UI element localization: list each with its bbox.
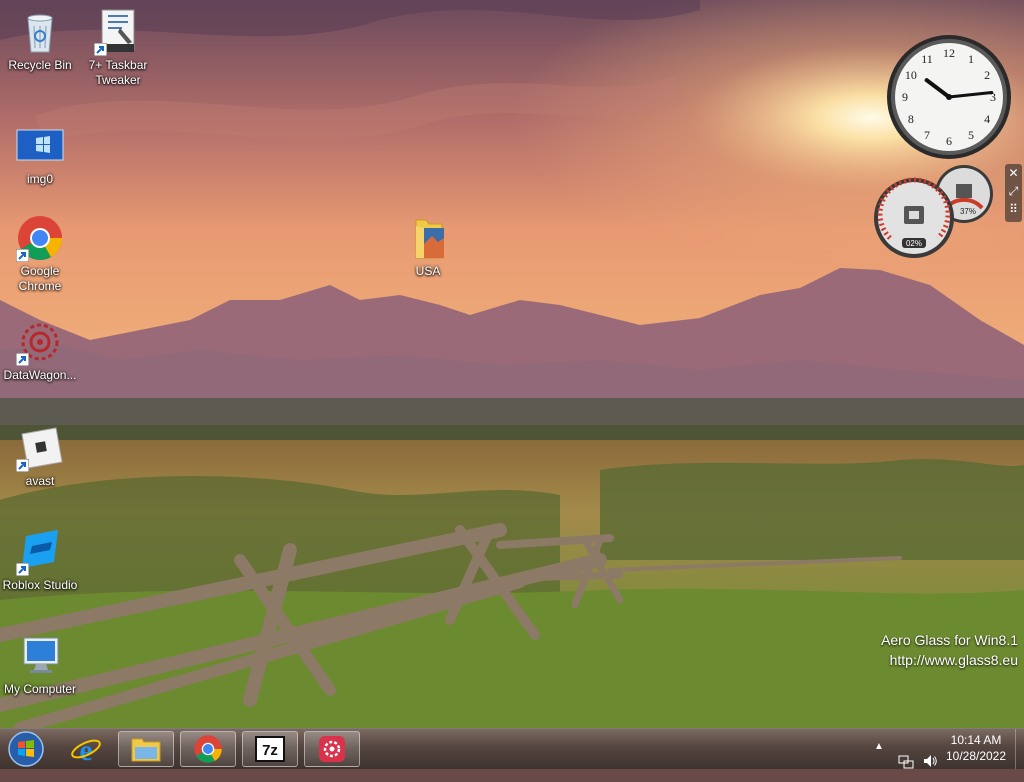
desktop-icon-label: img0 [26, 172, 53, 186]
volume-icon[interactable] [922, 741, 938, 781]
image-icon [16, 122, 64, 170]
app-icon [319, 736, 345, 762]
memory-percent: 37% [960, 207, 976, 216]
clock-numeral: 1 [968, 52, 974, 66]
taskbar-internet-explorer[interactable]: e [58, 731, 114, 767]
roblox-studio-icon [16, 528, 64, 576]
watermark-line-1: Aero Glass for Win8.1 [881, 632, 1018, 648]
file-explorer-icon [131, 738, 161, 762]
shortcut-arrow-icon [16, 249, 29, 262]
taskbar-chrome[interactable] [180, 731, 236, 767]
desktop-icon-recycle-bin[interactable]: Recycle Bin [0, 8, 80, 73]
taskbar-date: 10/28/2022 [945, 749, 1007, 763]
desktop-icon-google-chrome[interactable]: Google Chrome [0, 214, 80, 294]
desktop-icon-label: avast [25, 474, 55, 488]
taskbar-tweaker-icon [94, 8, 142, 56]
taskbar-time: 10:14 AM [950, 733, 1002, 747]
taskbar-7zip[interactable]: 7z [242, 731, 298, 767]
desktop-icon-label: Google Chrome [18, 264, 62, 293]
desktop-icon-taskbar-tweaker[interactable]: 7+ Taskbar Tweaker [78, 8, 158, 88]
avast-icon [16, 424, 64, 472]
clock-numeral: 11 [921, 52, 933, 66]
cpu-meter-gadget[interactable]: 37% 02% [872, 164, 1002, 260]
clock-numeral: 10 [905, 68, 917, 82]
desktop-icon-my-computer[interactable]: My Computer [0, 632, 80, 697]
shortcut-arrow-icon [16, 563, 29, 576]
folder-icon [404, 214, 452, 262]
desktop-icon-usa-folder[interactable]: USA [388, 214, 468, 279]
chrome-icon [16, 214, 64, 262]
internet-explorer-icon: e [71, 734, 101, 765]
watermark-line-2: http://www.glass8.eu [889, 652, 1018, 668]
aero-glass-watermark: Aero Glass for Win8.1 http://www.glass8.… [881, 630, 1018, 670]
desktop-icon-label: USA [415, 264, 441, 278]
7zip-icon: 7z [255, 736, 285, 762]
desktop-icon-datawagon[interactable]: DataWagon... [0, 318, 80, 383]
computer-icon [16, 632, 64, 680]
start-button[interactable] [4, 730, 48, 768]
desktop-icon-label: 7+ Taskbar Tweaker [88, 58, 148, 87]
windows-start-icon [8, 731, 44, 767]
clock-numeral: 7 [924, 128, 930, 142]
desktop-icon-label: Recycle Bin [8, 58, 72, 72]
desktop-icon-label: DataWagon... [3, 368, 77, 382]
clock-numeral: 9 [902, 90, 908, 104]
clock-numeral: 2 [984, 68, 990, 82]
cpu-percent: 02% [906, 239, 922, 248]
chrome-icon [194, 735, 222, 763]
close-icon[interactable]: ✕ [1005, 164, 1022, 182]
svg-text:e: e [79, 734, 92, 765]
network-icon[interactable] [898, 742, 914, 782]
gadget-toolbar: ✕ ⤢ ⠿ [1005, 164, 1022, 222]
resize-icon[interactable]: ⤢ [1005, 182, 1022, 200]
desktop-icon-img0[interactable]: img0 [0, 122, 80, 187]
taskbar: e 7z ▲ 10:14 AM 10/28/2022 [0, 728, 1024, 769]
clock-numeral: 12 [943, 46, 955, 60]
drag-handle-icon[interactable]: ⠿ [1005, 200, 1022, 218]
clock-numeral: 4 [984, 112, 990, 126]
desktop-icon-roblox-studio[interactable]: Roblox Studio [0, 528, 80, 593]
datawagon-icon [16, 318, 64, 366]
7zip-label: 7z [262, 742, 278, 759]
show-desktop-button[interactable] [1015, 729, 1024, 769]
clock-numeral: 5 [968, 128, 974, 142]
desktop-wallpaper [0, 0, 1024, 728]
recycle-bin-icon [16, 8, 64, 56]
clock-numeral: 8 [908, 112, 914, 126]
show-hidden-icons-icon[interactable]: ▲ [874, 741, 884, 781]
taskbar-clock[interactable]: 10:14 AM 10/28/2022 [940, 732, 1012, 764]
clock-gadget[interactable]: 1234567891011 12 [886, 34, 1012, 160]
taskbar-file-explorer[interactable] [118, 731, 174, 767]
shortcut-arrow-icon [16, 353, 29, 366]
taskbar-app[interactable] [304, 731, 360, 767]
desktop-icon-avast[interactable]: avast [0, 424, 80, 489]
desktop-icon-label: Roblox Studio [2, 578, 78, 592]
shortcut-arrow-icon [16, 459, 29, 472]
shortcut-arrow-icon [94, 43, 107, 56]
clock-numeral: 6 [946, 134, 952, 148]
desktop-icon-label: My Computer [3, 682, 77, 696]
cpu-dial: 02% [874, 177, 954, 258]
